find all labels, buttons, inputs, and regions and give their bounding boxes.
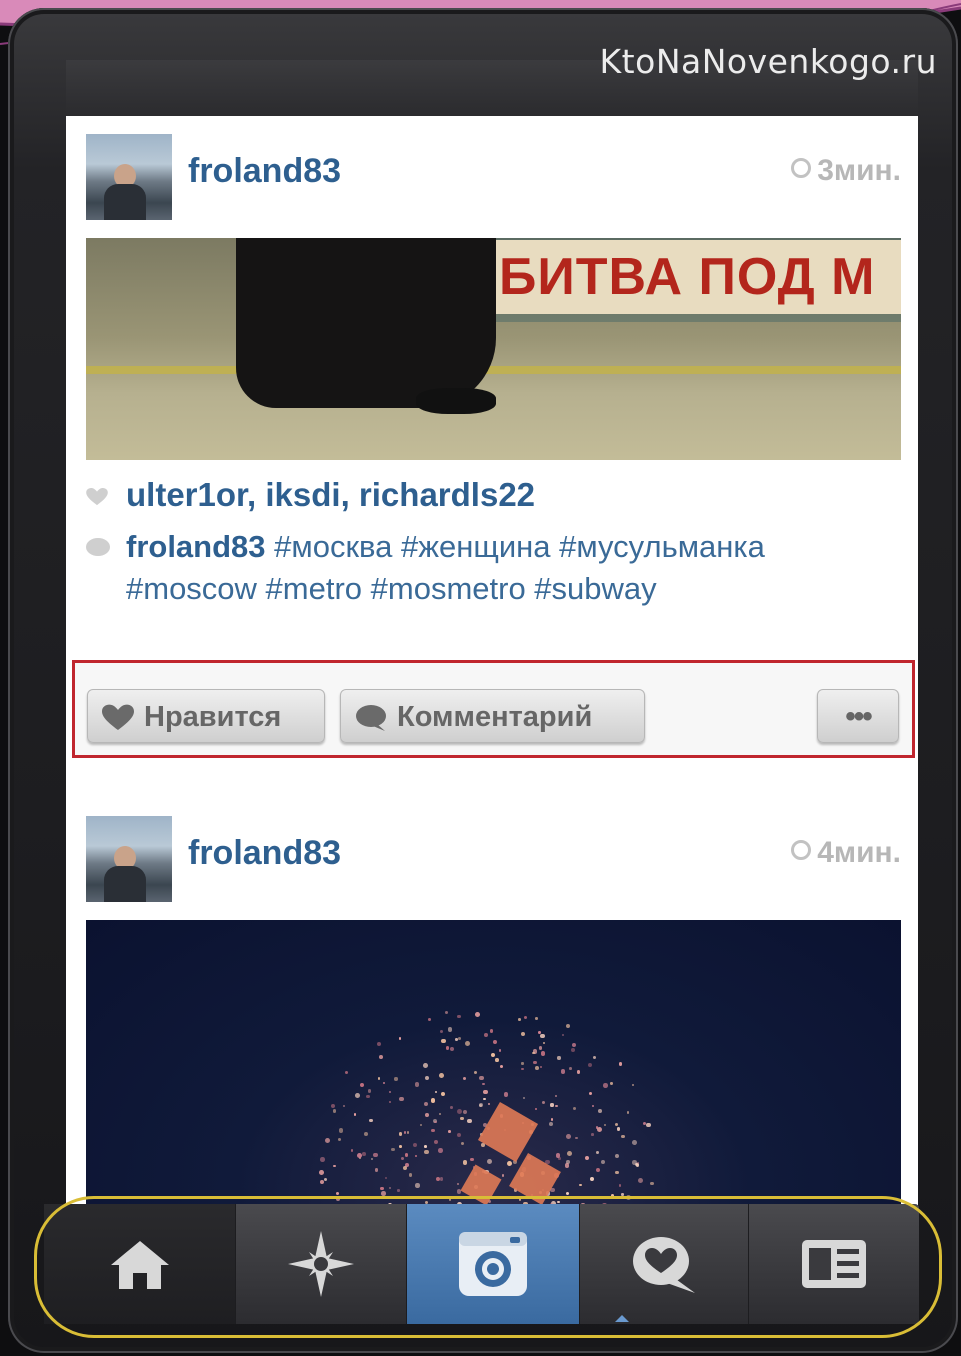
caption-author[interactable]: froland83 [126,529,266,564]
post-username[interactable]: froland83 [188,834,341,873]
tab-camera[interactable] [407,1204,580,1324]
photo-sign-text: БИТВА ПОД М [491,240,901,314]
comment-button[interactable]: Комментарий [340,689,645,743]
heart-icon [102,705,134,731]
home-icon [110,1241,169,1289]
like-button[interactable]: Нравится [87,689,325,743]
post-photo[interactable]: БИТВА ПОД М [86,238,901,460]
post-actions: Нравится Комментарий ••• [72,660,915,758]
activity-indicator [615,1315,629,1322]
post-username[interactable]: froland83 [188,152,341,191]
post-time: 3мин. [791,154,901,188]
post-time: 4мин. [791,836,901,870]
clock-icon [791,840,812,860]
avatar[interactable] [86,816,172,902]
heart-icon [86,488,108,506]
likes-list[interactable]: ulter1or, iksdi, richardls22 [126,476,535,514]
activity-icon [633,1237,695,1293]
avatar[interactable] [86,134,172,220]
feed-screen[interactable]: froland83 3мин. БИТВА ПОД М ulter1or, ik… [66,116,918,1216]
tab-bar [44,1204,919,1324]
profile-icon [802,1240,866,1288]
comment-bubble-icon [86,538,110,556]
post-photo[interactable] [86,920,901,1216]
watermark: KtoNaNovenkogo.ru [599,42,937,81]
camera-icon [459,1232,527,1296]
tab-home[interactable] [44,1204,236,1324]
comment-bubble-icon [356,705,386,732]
tab-profile[interactable] [749,1204,919,1324]
more-options-button[interactable]: ••• [817,689,899,743]
post-header: froland83 3мин. [86,134,901,224]
tab-activity[interactable] [580,1204,749,1324]
tab-explore[interactable] [236,1204,407,1324]
clock-icon [791,158,812,178]
explore-icon [288,1231,354,1297]
post-header: froland83 4мин. [86,816,901,906]
